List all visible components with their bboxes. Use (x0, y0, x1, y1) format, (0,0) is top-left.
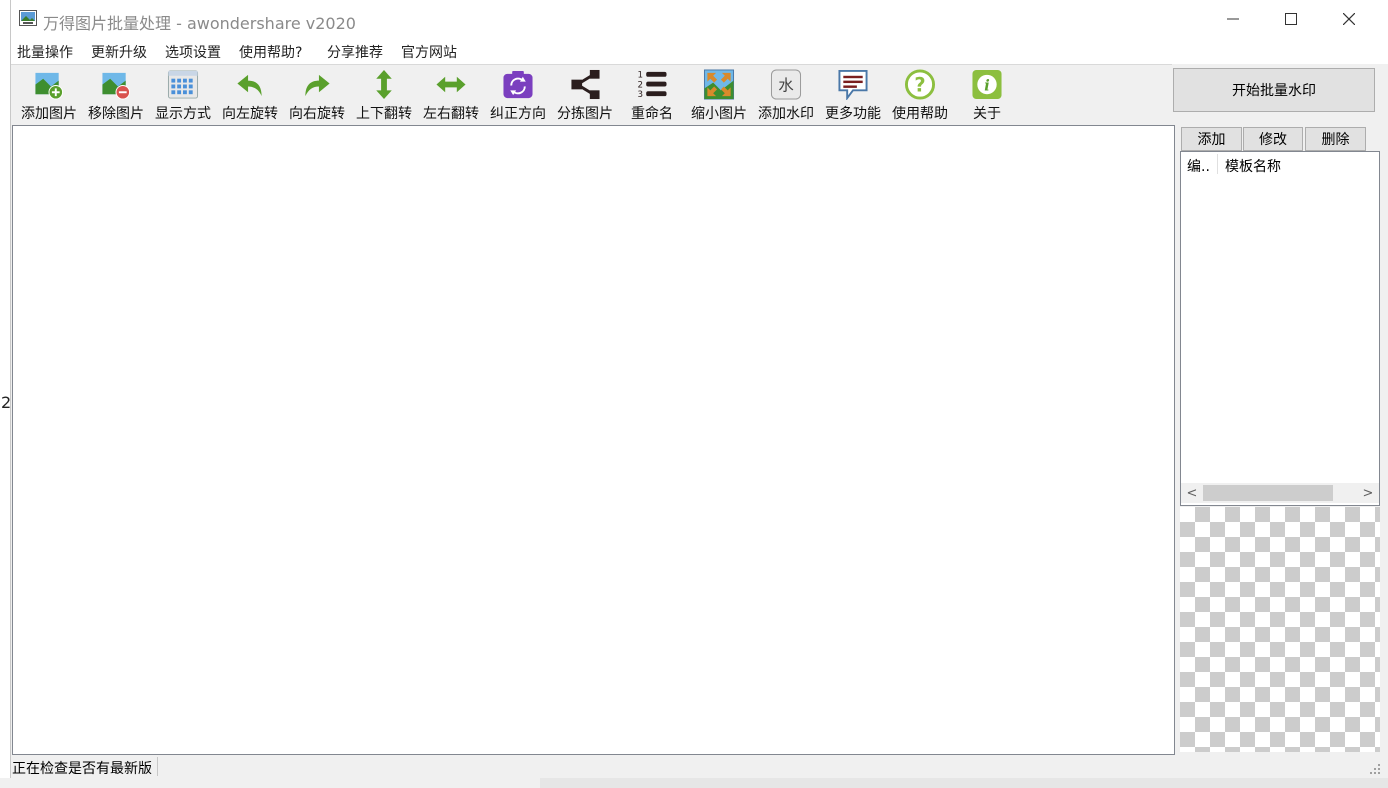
watermark-preview (1180, 507, 1380, 752)
maximize-button[interactable] (1262, 0, 1320, 38)
template-list[interactable]: 编.. 模板名称 < > (1180, 151, 1380, 506)
share-sort-icon (571, 69, 600, 100)
svg-text:3: 3 (637, 90, 643, 100)
menu-batch-ops[interactable]: 批量操作 (17, 42, 73, 62)
rotate-left-icon (237, 74, 262, 97)
svg-text:2: 2 (637, 80, 643, 90)
image-list-area[interactable] (12, 125, 1175, 755)
menu-website[interactable]: 官方网站 (401, 42, 457, 62)
maximize-icon (1285, 13, 1297, 25)
remove-image-icon (102, 72, 131, 100)
add-image-icon (35, 72, 64, 100)
svg-text:?: ? (914, 73, 925, 96)
add-watermark-button[interactable]: 水 添加水印 (754, 67, 818, 123)
about-button[interactable]: i 关于 (955, 67, 1019, 123)
view-mode-button[interactable]: 显示方式 (151, 67, 215, 123)
add-template-button[interactable]: 添加 (1181, 127, 1242, 151)
tool-label: 分拣图片 (557, 106, 613, 122)
watermark-icon: 水 (770, 69, 802, 100)
resize-grip-icon[interactable] (1369, 763, 1381, 775)
help-icon: ? (904, 69, 936, 100)
camera-rotate-icon (503, 70, 533, 99)
flip-vertical-icon (376, 69, 392, 100)
info-icon: i (972, 69, 1002, 100)
toolbar: 添加图片 移除图片 显示方式 向左旋转 向右旋转 上下翻转 左右翻转 纠正方向 … (11, 64, 1172, 125)
numbered-list-icon: 1 2 3 (637, 71, 667, 100)
svg-text:i: i (984, 77, 990, 94)
rotate-right-icon (305, 74, 330, 97)
menu-options[interactable]: 选项设置 (165, 42, 221, 62)
close-button[interactable] (1320, 0, 1378, 38)
view-grid-icon (167, 70, 199, 99)
tool-label: 重命名 (631, 106, 673, 122)
minimize-icon (1227, 18, 1239, 20)
scroll-right-icon[interactable]: > (1359, 483, 1377, 503)
tool-label: 显示方式 (155, 106, 211, 122)
tool-label: 缩小图片 (691, 106, 747, 122)
title-bar[interactable]: 万得图片批量处理 - awondershare v2020 (11, 0, 1388, 38)
desktop-bottom (0, 778, 1388, 788)
tool-label: 向右旋转 (289, 106, 345, 122)
flip-horizontal-icon (436, 76, 466, 93)
menu-share[interactable]: 分享推荐 (327, 42, 383, 62)
svg-text:水: 水 (778, 76, 794, 94)
start-batch-watermark-button[interactable]: 开始批量水印 (1173, 68, 1375, 112)
add-image-button[interactable]: 添加图片 (17, 67, 81, 123)
sort-images-button[interactable]: 分拣图片 (553, 67, 617, 123)
app-icon (19, 10, 37, 26)
status-bar: 正在检查是否有最新版 (11, 755, 1388, 778)
tool-label: 添加图片 (21, 106, 77, 122)
tool-label: 纠正方向 (490, 106, 546, 122)
rename-button[interactable]: 1 2 3 重命名 (620, 67, 684, 123)
remove-image-button[interactable]: 移除图片 (84, 67, 148, 123)
delete-template-button[interactable]: 删除 (1305, 127, 1366, 151)
menu-help[interactable]: 使用帮助? (239, 42, 302, 62)
tool-label: 更多功能 (825, 106, 881, 122)
scroll-left-icon[interactable]: < (1183, 483, 1201, 503)
fix-orientation-button[interactable]: 纠正方向 (486, 67, 550, 123)
rotate-right-button[interactable]: 向右旋转 (285, 67, 349, 123)
flip-horizontal-button[interactable]: 左右翻转 (419, 67, 483, 123)
tool-label: 使用帮助 (892, 106, 948, 122)
flip-vertical-button[interactable]: 上下翻转 (352, 67, 416, 123)
horizontal-scrollbar[interactable]: < > (1181, 483, 1379, 503)
more-features-button[interactable]: 更多功能 (821, 67, 885, 123)
svg-text:1: 1 (637, 71, 643, 81)
tool-label: 左右翻转 (423, 106, 479, 122)
app-window: 万得图片批量处理 - awondershare v2020 批量操作 更新升级 … (10, 0, 1388, 778)
column-divider[interactable] (1217, 154, 1218, 174)
edit-template-button[interactable]: 修改 (1243, 127, 1303, 151)
message-icon (838, 69, 868, 100)
window-title: 万得图片批量处理 - awondershare v2020 (43, 14, 356, 33)
tool-label: 添加水印 (758, 106, 814, 122)
status-text: 正在检查是否有最新版 (12, 761, 152, 777)
column-header-template-name[interactable]: 模板名称 (1225, 156, 1281, 176)
rotate-left-button[interactable]: 向左旋转 (218, 67, 282, 123)
shrink-image-icon (703, 69, 735, 100)
close-icon (1343, 13, 1355, 25)
tool-label: 上下翻转 (356, 106, 412, 122)
shrink-image-button[interactable]: 缩小图片 (687, 67, 751, 123)
help-button[interactable]: ? 使用帮助 (888, 67, 952, 123)
menu-update[interactable]: 更新升级 (91, 42, 147, 62)
column-header-number[interactable]: 编.. (1187, 156, 1210, 176)
tool-label: 移除图片 (88, 106, 144, 122)
status-divider (157, 757, 158, 776)
scroll-thumb[interactable] (1203, 485, 1333, 501)
tool-label: 向左旋转 (222, 106, 278, 122)
tool-label: 关于 (973, 106, 1001, 122)
minimize-button[interactable] (1204, 0, 1262, 38)
